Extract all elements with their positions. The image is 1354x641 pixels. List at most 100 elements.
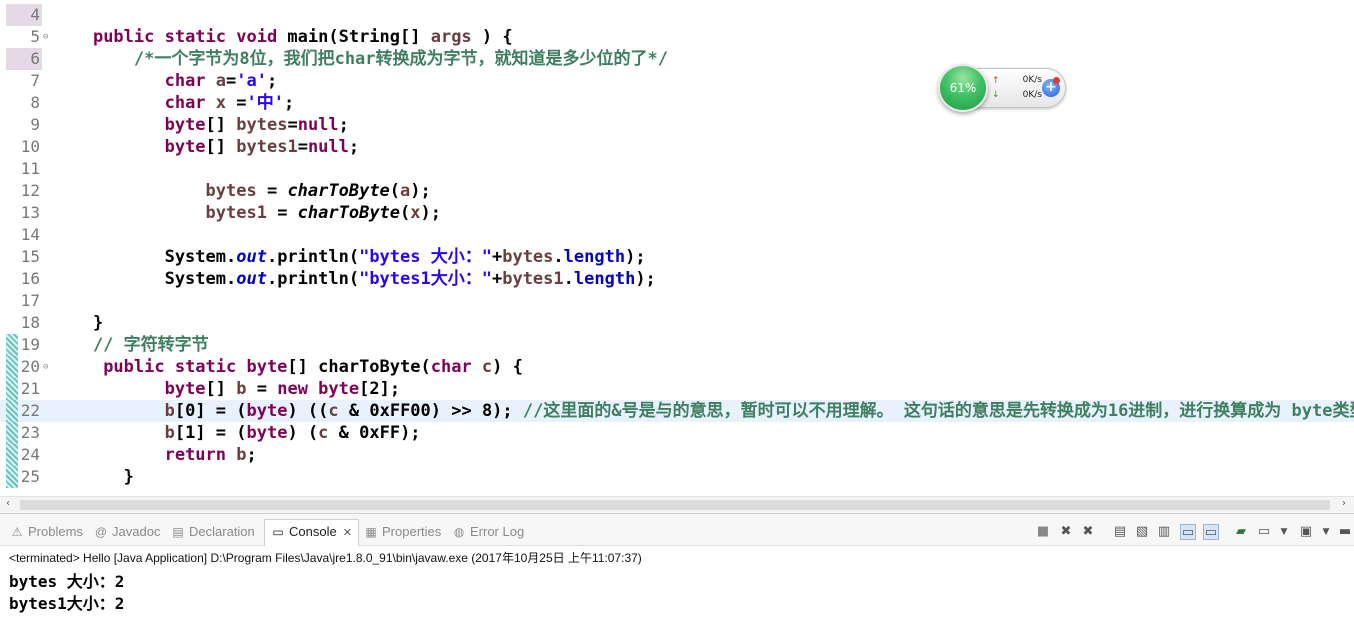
- clear-console-icon[interactable]: ▤: [1112, 524, 1128, 540]
- code-editor[interactable]: 4 5 ⊖ public static void main(String[] arg…: [0, 0, 1354, 496]
- code-line[interactable]: 17: [0, 290, 1354, 312]
- tab-console[interactable]: ▭ Console ✕: [264, 519, 359, 546]
- word-wrap-icon[interactable]: ▥: [1156, 524, 1172, 540]
- code-token: [2];: [359, 379, 401, 399]
- code-token: );: [625, 247, 646, 267]
- code-line[interactable]: 25 }: [0, 466, 1354, 488]
- view-tab-bar: ⚠ Problems @ Javadoc ▤ Declaration ▭ Console…: [0, 514, 1354, 546]
- editor-horizontal-scrollbar[interactable]: ‹ ›: [0, 496, 1354, 513]
- code-line[interactable]: 16 System.out.println("bytes1大小："+bytes1…: [0, 268, 1354, 290]
- code-token: =: [256, 181, 288, 201]
- code-line[interactable]: 22 b[0] = (byte) ((c & 0xFF00) >> 8); //…: [0, 400, 1354, 422]
- fold-collapse-icon[interactable]: ⊖: [43, 363, 48, 372]
- console-icon: ▭: [272, 525, 284, 539]
- show-on-stderr-icon[interactable]: ▭: [1203, 524, 1219, 540]
- code-line[interactable]: 5 ⊖ public static void main(String[] args…: [0, 26, 1354, 48]
- scroll-lock-icon[interactable]: ▧: [1134, 524, 1150, 540]
- code-token: bytes: [205, 181, 257, 201]
- scroll-right-icon[interactable]: ›: [1342, 498, 1346, 509]
- code-line[interactable]: 20 ⊖ public static byte[] charToByte(char…: [0, 356, 1354, 378]
- change-marker: [6, 378, 18, 400]
- close-icon[interactable]: ✕: [343, 527, 352, 539]
- code-token: ) (: [287, 423, 319, 443]
- tab-properties[interactable]: ▦ Properties: [364, 520, 441, 544]
- show-on-stdout-icon[interactable]: ▭: [1180, 524, 1196, 540]
- notification-dot: [1053, 77, 1060, 84]
- terminate-icon[interactable]: ■: [1035, 524, 1051, 540]
- remove-all-terminated-icon[interactable]: ✖: [1080, 524, 1096, 540]
- upload-rate: 0K/s: [1022, 75, 1042, 85]
- code-token: +: [491, 269, 503, 289]
- code-line[interactable]: 11: [0, 158, 1354, 180]
- line-number: 13: [20, 203, 40, 222]
- scroll-left-icon[interactable]: ‹: [6, 498, 10, 509]
- code-token: bytes: [502, 247, 554, 267]
- code-line[interactable]: 10 byte[] bytes1=null;: [0, 136, 1354, 158]
- line-number: 17: [20, 291, 40, 310]
- launch-status: <terminated> Hello [Java Application] D:…: [9, 551, 642, 565]
- display-console-icon[interactable]: ▭: [1256, 524, 1272, 540]
- tab-error-log[interactable]: ◍ Error Log: [452, 520, 524, 544]
- fold-collapse-icon[interactable]: ⊖: [43, 33, 48, 42]
- code-token: args: [430, 27, 472, 47]
- line-number: 20: [20, 357, 40, 376]
- code-line[interactable]: 19 // 字符转字节: [0, 334, 1354, 356]
- code-token: );: [420, 203, 442, 223]
- memory-usage-ball[interactable]: 61%: [938, 64, 988, 112]
- display-console-dropdown-icon[interactable]: ▼: [1276, 524, 1292, 540]
- open-console-dropdown-icon[interactable]: ▼: [1318, 524, 1334, 540]
- code-line[interactable]: 12 bytes = charToByte(a);: [0, 180, 1354, 202]
- line-number: 12: [20, 181, 40, 200]
- code-token: /*一个字节为8位，我们把char转换成为字节，就知道是多少位的了*/: [52, 49, 668, 69]
- code-line[interactable]: 9 byte[] bytes=null;: [0, 114, 1354, 136]
- code-token: // 字符转字节: [52, 335, 209, 355]
- remove-launch-icon[interactable]: ✖: [1058, 524, 1074, 540]
- download-rate: 0K/s: [1022, 90, 1042, 100]
- console-output-line: bytes 大小：2: [9, 572, 125, 591]
- line-number: 15: [20, 247, 40, 266]
- properties-icon: ▦: [365, 525, 377, 539]
- code-token: ;: [284, 93, 295, 113]
- code-line[interactable]: 23 b[1] = (byte) (c & 0xFF);: [0, 422, 1354, 444]
- change-marker: [6, 466, 18, 488]
- code-line[interactable]: 8 char x ='中';: [0, 92, 1354, 114]
- scrollbar-thumb[interactable]: [20, 500, 1330, 510]
- line-number: 8: [30, 93, 40, 112]
- code-line[interactable]: 13 bytes1 = charToByte(x);: [0, 202, 1354, 224]
- line-number: 19: [20, 335, 40, 354]
- code-line[interactable]: 7 char a='a';: [0, 70, 1354, 92]
- code-line[interactable]: 24 return b;: [0, 444, 1354, 466]
- code-token: }: [52, 313, 104, 333]
- code-line[interactable]: 14: [0, 224, 1354, 246]
- network-monitor-widget[interactable]: 61% ↑ ↓ 0K/s 0K/s +: [938, 64, 1068, 112]
- code-line[interactable]: 18 }: [0, 312, 1354, 334]
- tab-label: Properties: [382, 524, 442, 539]
- line-number: 24: [20, 445, 40, 464]
- code-line[interactable]: 21 byte[] b = new byte[2];: [0, 378, 1354, 400]
- code-token: .println(: [266, 247, 360, 267]
- code-line[interactable]: 15 System.out.println("bytes 大小："+bytes.…: [0, 246, 1354, 268]
- code-token: +: [491, 247, 503, 267]
- tab-problems[interactable]: ⚠ Problems: [10, 520, 83, 544]
- code-text: }: [52, 312, 103, 334]
- code-text: byte[] b = new byte[2];: [52, 378, 400, 400]
- code-text: bytes1 = charToByte(x);: [52, 202, 441, 224]
- code-token: []: [205, 115, 237, 135]
- line-number: 22: [20, 401, 40, 420]
- open-console-icon[interactable]: ▣: [1298, 524, 1314, 540]
- code-token: []: [205, 137, 237, 157]
- line-number: 4: [30, 5, 40, 24]
- code-line[interactable]: 6 /*一个字节为8位，我们把char转换成为字节，就知道是多少位的了*/: [0, 48, 1354, 70]
- tab-javadoc[interactable]: @ Javadoc: [94, 520, 161, 544]
- tab-label: Problems: [28, 524, 83, 539]
- pin-console-icon[interactable]: ▰: [1233, 524, 1249, 540]
- change-marker: [6, 180, 18, 202]
- code-line[interactable]: 4: [0, 4, 1354, 26]
- code-token: [0] = (: [174, 401, 247, 421]
- code-token: ;: [246, 445, 257, 465]
- tab-declaration[interactable]: ▤ Declaration: [171, 520, 254, 544]
- code-token: =: [226, 71, 237, 91]
- minimize-icon[interactable]: ▬: [1337, 524, 1353, 540]
